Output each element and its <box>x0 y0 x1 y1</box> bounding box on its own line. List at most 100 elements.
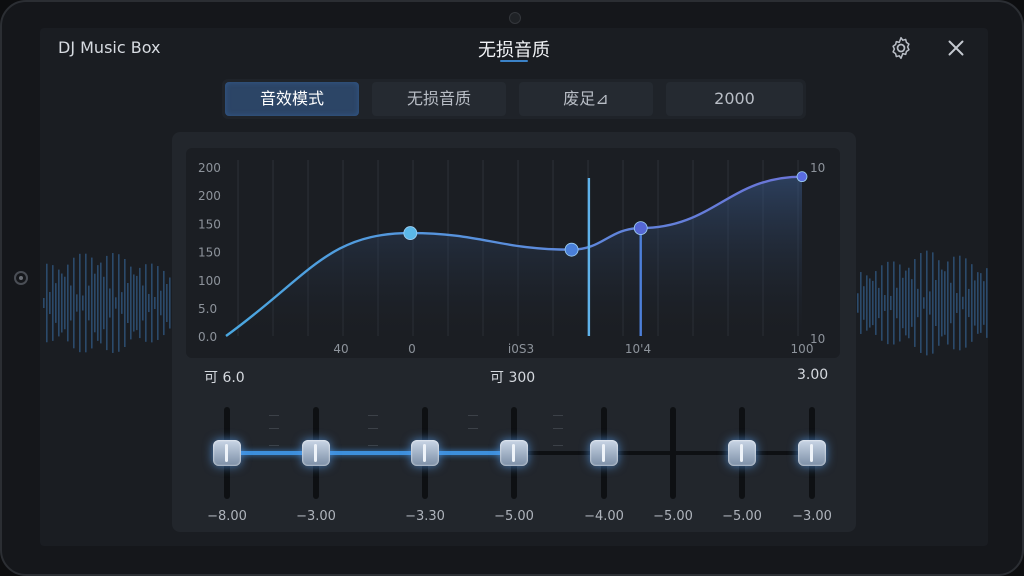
band-value: −8.00 <box>207 509 247 524</box>
waveform-bar <box>974 280 976 326</box>
waveform-bar <box>169 277 171 329</box>
slider-label-right: 3.00 <box>797 367 829 383</box>
waveform-bar <box>926 250 928 356</box>
band-link-inactive <box>514 451 812 455</box>
waveform-bar <box>67 264 69 342</box>
title-bar: DJ Music Box 无损音质 <box>40 28 988 68</box>
tab-2000[interactable]: 2000 <box>666 82 803 116</box>
waveform-bar <box>85 253 87 353</box>
waveform-bar <box>986 268 988 338</box>
right-tick-label: 10 <box>810 161 825 175</box>
slider-label-left: 可 6.0 <box>204 370 245 386</box>
waveform-bar <box>136 275 138 331</box>
waveform-bar <box>103 276 105 330</box>
tab-lossless[interactable]: 无损音质 <box>372 82 506 116</box>
y-tick-label: 200 <box>198 189 221 203</box>
waveform-bar <box>142 285 144 321</box>
waveform-bar <box>899 264 901 342</box>
slider-knob[interactable] <box>411 440 439 466</box>
scale-tick <box>269 415 279 416</box>
band-value: −4.00 <box>584 509 624 524</box>
app-screen: DJ Music Box 无损音质 音效模式 无损音质 废足⊿ 2000 200… <box>40 28 988 546</box>
waveform-bar <box>881 265 883 341</box>
waveform-bar <box>76 294 78 312</box>
slider-track[interactable] <box>670 407 676 499</box>
waveform-bar <box>914 259 916 347</box>
y-tick-label: 150 <box>198 217 221 231</box>
waveform-bar <box>94 273 96 333</box>
scale-tick <box>368 445 378 446</box>
waveform-bar <box>860 272 862 334</box>
scale-tick <box>269 445 279 446</box>
slider-knob[interactable] <box>302 440 330 466</box>
x-tick-label: 0 <box>408 342 416 356</box>
tab-sound-mode[interactable]: 音效模式 <box>225 82 359 116</box>
waveform-bar <box>55 283 57 323</box>
waveform-bar <box>118 254 120 352</box>
y-tick-label: 5.0 <box>198 302 217 316</box>
eq-chart-svg: 2002001501501005.00.00400i0S310'41001010 <box>198 160 825 356</box>
y-tick-label: 100 <box>198 274 221 288</box>
y-tick-label: 200 <box>198 161 221 175</box>
scale-tick <box>468 415 478 416</box>
waveform-bar <box>100 262 102 344</box>
side-button[interactable] <box>14 271 28 285</box>
slider-knob[interactable] <box>798 440 826 466</box>
x-tick-label: i0S3 <box>508 342 534 356</box>
band-value: −5.00 <box>653 509 693 524</box>
tablet-frame: DJ Music Box 无损音质 音效模式 无损音质 废足⊿ 2000 200… <box>0 0 1024 576</box>
waveform-bar <box>929 291 931 315</box>
waveform-bar <box>959 255 961 351</box>
waveform-bar <box>127 282 129 324</box>
waveform-bar <box>151 263 153 343</box>
eq-curve-chart: 2002001501501005.00.00400i0S310'41001010 <box>186 148 840 358</box>
waveform-bar <box>962 296 964 310</box>
curve-marker <box>564 242 579 257</box>
page-title: 无损音质 <box>478 40 550 61</box>
waveform-bar <box>923 297 925 309</box>
gear-icon[interactable] <box>888 35 914 61</box>
band-sliders: 可 6.0 可 300 3.00 −8.00 −3.00 −3.30 −5.00 −4.… <box>172 367 856 527</box>
waveform-bar <box>106 255 108 351</box>
slider-knob[interactable] <box>590 440 618 466</box>
waveform-bar <box>911 279 913 327</box>
waveform-bar <box>73 257 75 349</box>
waveform-bar <box>58 269 60 337</box>
waveform-bar <box>884 295 886 311</box>
waveform-bar <box>902 277 904 329</box>
waveform-bar <box>980 273 982 333</box>
waveform-bar <box>941 269 943 337</box>
waveform-bar <box>115 297 117 309</box>
waveform-bar <box>163 270 165 336</box>
slider-knob[interactable] <box>213 440 241 466</box>
waveform-bar <box>43 298 45 308</box>
band-link-active <box>227 451 514 455</box>
close-icon[interactable] <box>943 35 969 61</box>
waveform-bar <box>64 276 66 330</box>
waveform-bar <box>896 287 898 319</box>
waveform-bar <box>148 293 150 313</box>
scale-tick <box>368 415 378 416</box>
waveform-bar <box>872 280 874 326</box>
waveform-bar <box>977 272 979 334</box>
x-tick-label: 10'4 <box>625 342 651 356</box>
waveform-bar <box>956 293 958 313</box>
slider-knob[interactable] <box>500 440 528 466</box>
y-tick-label: 0.0 <box>198 330 217 344</box>
y-tick-label: 150 <box>198 246 221 260</box>
waveform-bar <box>917 288 919 318</box>
tab-third[interactable]: 废足⊿ <box>519 82 653 116</box>
waveform-bar <box>863 286 865 320</box>
waveform-bar <box>905 270 907 336</box>
waveform-right <box>851 250 988 356</box>
waveform-bar <box>124 258 126 348</box>
waveform-bar <box>953 256 955 350</box>
waveform-bar <box>157 266 159 340</box>
waveform-bar <box>920 253 922 353</box>
waveform-bar <box>935 279 937 327</box>
waveform-bar <box>983 281 985 325</box>
scale-tick <box>368 428 378 429</box>
slider-knob[interactable] <box>728 440 756 466</box>
scale-tick <box>553 445 563 446</box>
scale-tick <box>468 428 478 429</box>
